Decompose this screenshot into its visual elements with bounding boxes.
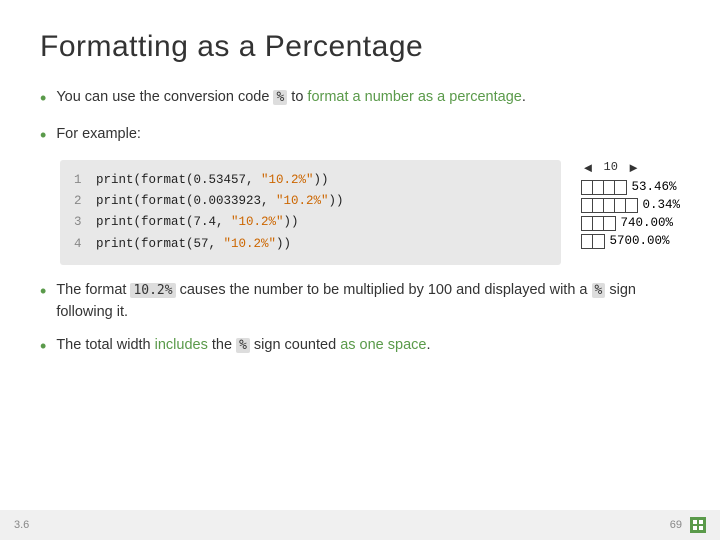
diagram-value-2: 0.34%	[642, 198, 680, 212]
code-line-2: 2 print(format(0.0033923, "10.2%"))	[74, 191, 547, 212]
bullet-dot-2: •	[40, 122, 46, 150]
bullet-item-2: • For example:	[40, 123, 680, 150]
diagram-row-2: 0.34%	[581, 198, 680, 213]
code-line-3: 3 print(format(7.4, "10.2%"))	[74, 212, 547, 233]
box-1-3	[604, 181, 615, 194]
bullet-dot-4: •	[40, 333, 46, 361]
slide-title: Formatting as a Percentage	[40, 30, 680, 64]
box-2-5	[626, 199, 637, 212]
footer-icon	[690, 517, 706, 533]
box-1-2	[593, 181, 604, 194]
diagram-row-3: 740.00%	[581, 216, 673, 231]
section-number: 3.6	[14, 519, 29, 531]
arrow-left-icon: ◄	[581, 160, 594, 175]
footer-icon-svg	[692, 519, 704, 531]
line-num-4: 4	[74, 234, 86, 255]
boxes-row-2	[581, 198, 638, 213]
diagram-row-1: 53.46%	[581, 180, 676, 195]
bullet-for-example: For example:	[56, 123, 680, 145]
box-3-2	[593, 217, 604, 230]
footer-right: 69	[670, 517, 706, 533]
bullet-text-4: The total width includes the % sign coun…	[56, 334, 680, 356]
bullet-dot-1: •	[40, 85, 46, 113]
slide: Formatting as a Percentage • You can use…	[0, 0, 720, 540]
diagram: ◄ 10 ► 53.46%	[581, 160, 680, 249]
boxes-row-4	[581, 234, 605, 249]
box-2-1	[582, 199, 593, 212]
page-number: 69	[670, 519, 682, 531]
code-text-2: print(format(0.0033923, "10.2%"))	[96, 191, 344, 212]
code-block: 1 print(format(0.53457, "10.2%")) 2 prin…	[60, 160, 561, 265]
bullet-item-1: • You can use the conversion code % to f…	[40, 86, 680, 113]
diagram-value-4: 5700.00%	[609, 234, 669, 248]
diagram-row-4: 5700.00%	[581, 234, 669, 249]
bullet-item-4: • The total width includes the % sign co…	[40, 334, 680, 361]
bullet-text-3: The format 10.2% causes the number to be…	[56, 279, 680, 324]
box-1-4	[615, 181, 626, 194]
arrow-right-icon: ►	[627, 160, 640, 175]
diagram-header: ◄ 10 ►	[581, 160, 640, 175]
box-2-4	[615, 199, 626, 212]
box-3-1	[582, 217, 593, 230]
width-indicator: ◄ 10 ►	[581, 160, 640, 175]
code-text-3: print(format(7.4, "10.2%"))	[96, 212, 299, 233]
line-num-3: 3	[74, 212, 86, 233]
code-line-4: 4 print(format(57, "10.2%"))	[74, 234, 547, 255]
footer-bar: 3.6 69	[0, 510, 720, 540]
diagram-value-3: 740.00%	[620, 216, 673, 230]
boxes-row-3	[581, 216, 616, 231]
line-num-2: 2	[74, 191, 86, 212]
code-text-4: print(format(57, "10.2%"))	[96, 234, 291, 255]
box-3-3	[604, 217, 615, 230]
box-2-3	[604, 199, 615, 212]
code-text-1: print(format(0.53457, "10.2%"))	[96, 170, 329, 191]
box-2-2	[593, 199, 604, 212]
line-num-1: 1	[74, 170, 86, 191]
box-4-1	[582, 235, 593, 248]
bullet-text-1: You can use the conversion code % to for…	[56, 86, 680, 108]
box-1-1	[582, 181, 593, 194]
bullet-dot-3: •	[40, 278, 46, 306]
box-4-2	[593, 235, 604, 248]
boxes-row-1	[581, 180, 627, 195]
bullet-item-3: • The format 10.2% causes the number to …	[40, 279, 680, 324]
code-example-section: 1 print(format(0.53457, "10.2%")) 2 prin…	[60, 160, 680, 265]
code-line-1: 1 print(format(0.53457, "10.2%"))	[74, 170, 547, 191]
diagram-value-1: 53.46%	[631, 180, 676, 194]
diagram-width-label: 10	[596, 160, 625, 174]
